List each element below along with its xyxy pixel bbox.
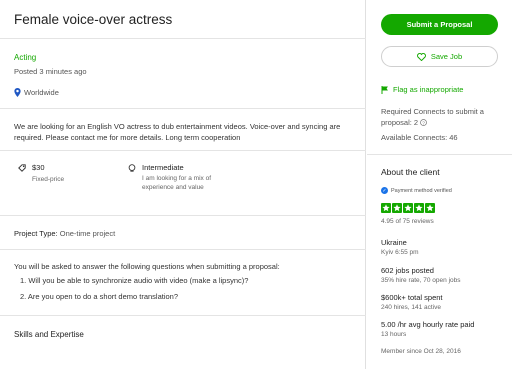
save-job-label: Save Job xyxy=(430,52,463,61)
client-member-since: Member since Oct 28, 2016 xyxy=(381,348,461,355)
help-icon[interactable]: ? xyxy=(420,119,428,126)
project-type: Project Type: One-time project xyxy=(14,229,115,238)
star-icon xyxy=(403,203,413,213)
flag-label: Flag as inappropriate xyxy=(393,85,464,94)
skills-heading: Skills and Expertise xyxy=(14,330,84,339)
save-job-button[interactable]: Save Job xyxy=(381,46,498,67)
divider xyxy=(0,150,366,151)
question-item: 1. Will you be able to synchronize audio… xyxy=(20,276,249,285)
budget-value: $30 xyxy=(32,163,45,172)
client-jobs-posted: 602 jobs posted xyxy=(381,266,434,275)
project-type-label: Project Type: xyxy=(14,229,58,238)
job-title: Female voice-over actress xyxy=(14,12,173,27)
divider xyxy=(0,108,366,109)
budget-info: $30 Fixed-price xyxy=(18,163,64,183)
location: Worldwide xyxy=(14,88,59,97)
divider xyxy=(367,154,512,155)
flag-inappropriate-link[interactable]: Flag as inappropriate xyxy=(381,85,463,94)
star-icon xyxy=(425,203,435,213)
budget-label: Fixed-price xyxy=(32,176,65,183)
verified-check-icon: ✓ xyxy=(381,187,388,194)
experience-level-info: Intermediate I am looking for a mix of e… xyxy=(128,163,222,192)
questions-intro: You will be asked to answer the followin… xyxy=(14,262,280,271)
client-hires: 240 hires, 141 active xyxy=(381,304,441,311)
rating-text: 4.95 of 75 reviews xyxy=(381,218,434,225)
client-hire-rate: 35% hire rate, 70 open jobs xyxy=(381,277,461,284)
available-connects: Available Connects: 46 xyxy=(381,133,458,142)
star-icon xyxy=(414,203,424,213)
experience-level-value: Intermediate xyxy=(142,163,184,172)
posted-time: Posted 3 minutes ago xyxy=(14,67,87,76)
star-icon xyxy=(392,203,402,213)
price-tag-icon xyxy=(18,164,26,172)
job-category-link[interactable]: Acting xyxy=(14,53,36,62)
svg-text:?: ? xyxy=(422,120,425,126)
brain-icon xyxy=(128,164,136,172)
payment-verified-text: Payment method verified xyxy=(391,187,452,194)
question-item: 2. Are you open to do a short demo trans… xyxy=(20,292,179,301)
submit-proposal-button[interactable]: Submit a Proposal xyxy=(381,14,498,35)
client-city-time: Kyiv 6:55 pm xyxy=(381,249,419,256)
payment-verified: ✓ Payment method verified xyxy=(381,187,452,194)
required-connects: Required Connects to submit a proposal: … xyxy=(381,106,506,128)
client-total-spent: $600k+ total spent xyxy=(381,293,443,302)
required-connects-text: Required Connects to submit a proposal: … xyxy=(381,107,484,127)
client-country: Ukraine xyxy=(381,238,407,247)
heart-icon xyxy=(416,52,426,61)
project-type-value: One-time project xyxy=(59,229,116,238)
job-description: We are looking for an English VO actress… xyxy=(14,122,341,142)
location-pin-icon xyxy=(14,88,21,97)
rating-stars xyxy=(381,203,435,213)
divider xyxy=(0,38,366,39)
job-details-panel: Female voice-over actress Acting Posted … xyxy=(0,0,366,369)
about-client-heading: About the client xyxy=(381,167,440,177)
divider xyxy=(0,315,366,316)
flag-icon xyxy=(381,85,388,94)
divider xyxy=(0,215,366,216)
divider xyxy=(0,249,366,250)
client-hours: 13 hours xyxy=(381,331,407,338)
experience-level-desc: I am looking for a mix of experience and… xyxy=(142,175,211,191)
star-icon xyxy=(381,203,391,213)
location-text: Worldwide xyxy=(24,88,59,97)
sidebar: Submit a Proposal Save Job Flag as inapp… xyxy=(367,0,512,369)
client-hourly-rate: 5.00 /hr avg hourly rate paid xyxy=(381,320,475,329)
